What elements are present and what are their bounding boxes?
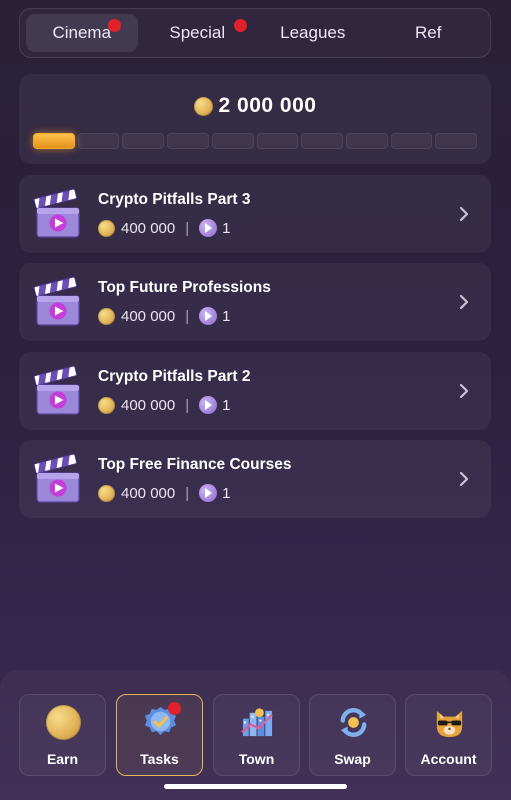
tab-cinema-label: Cinema [52,23,112,42]
reward-amount: 400 000 [121,219,176,237]
task-reward: 400 000 | 1 [98,484,230,502]
coin-icon [98,219,115,237]
bottom-nav: Earn Tasks Town Swap Account [0,670,511,800]
task-reward: 400 000 | 1 [98,396,230,414]
ticket-count: 1 [222,484,231,502]
reward-amount: 400 000 [121,484,176,502]
notification-dot [233,19,247,32]
coin-icon [98,307,115,325]
tab-special[interactable]: Special [142,14,254,52]
progress-segment [122,133,165,149]
progress-segment [33,133,75,149]
progress-segment [256,133,299,149]
chevron-right-icon [459,383,469,399]
balance-amount: 2 000 000 [218,94,317,117]
reward-amount: 400 000 [121,307,176,325]
notification-dot [168,702,181,715]
tab-leagues[interactable]: Leagues [257,14,369,52]
task-item[interactable]: Top Free Finance Courses 400 000 | 1 [19,440,491,518]
ticket-icon [199,307,218,325]
coin-icon [98,396,115,414]
ticket-icon [199,396,218,414]
nav-account[interactable]: Account [405,694,492,776]
nav-swap-label: Swap [334,751,371,767]
tab-cinema[interactable]: Cinema [26,14,138,52]
nav-earn[interactable]: Earn [19,694,106,776]
swap-icon [340,707,367,738]
tab-ref[interactable]: Ref [373,14,485,52]
nav-tasks-label: Tasks [140,751,179,767]
clapperboard-icon [33,189,80,238]
nav-town-label: Town [238,751,275,767]
clapperboard-icon [33,454,80,503]
chevron-right-icon [459,471,469,487]
coin-icon [46,705,81,740]
ticket-count: 1 [222,396,231,414]
coin-icon [193,96,213,116]
nav-swap[interactable]: Swap [309,694,396,776]
notification-dot [108,19,121,32]
cat-sunglasses-icon [436,710,463,738]
task-item[interactable]: Crypto Pitfalls Part 2 400 000 | 1 [19,352,491,430]
nav-account-label: Account [420,751,477,767]
balance-card: 2 000 000 [19,74,491,164]
tab-special-label: Special [169,23,226,42]
chevron-right-icon [459,206,469,222]
progress-segment [167,133,209,149]
coin-icon [98,484,115,502]
ticket-count: 1 [222,219,231,237]
chevron-right-icon [459,294,469,310]
balance-display: 2 000 000 [19,94,491,118]
ticket-icon [199,484,218,502]
nav-earn-label: Earn [46,751,79,767]
progress-segment [301,133,343,149]
divider: | [185,396,190,414]
progress-segment [345,133,388,149]
task-reward: 400 000 | 1 [98,219,230,237]
progress-bar [33,133,478,149]
reward-amount: 400 000 [121,396,176,414]
nav-town[interactable]: Town [213,694,300,776]
divider: | [185,307,190,325]
clapperboard-icon [33,366,80,415]
clapperboard-icon [33,277,80,326]
tab-leagues-label: Leagues [280,23,346,42]
ticket-count: 1 [222,307,231,325]
task-item[interactable]: Top Future Professions 400 000 | 1 [19,263,491,341]
task-reward: 400 000 | 1 [98,307,230,325]
ticket-icon [199,219,218,237]
category-tabs: Cinema Special Leagues Ref [19,8,491,58]
progress-segment [211,133,254,149]
task-title: Top Free Finance Courses [98,456,292,473]
task-title: Crypto Pitfalls Part 3 [98,191,251,208]
task-title: Top Future Professions [98,279,271,296]
progress-segment [390,133,433,149]
progress-segment [77,133,120,149]
town-chart-icon [241,708,273,737]
home-indicator [164,784,347,789]
divider: | [185,484,190,502]
tab-ref-label: Ref [415,23,442,42]
task-title: Crypto Pitfalls Part 2 [98,368,251,385]
divider: | [185,219,190,237]
nav-tasks[interactable]: Tasks [116,694,203,776]
task-item[interactable]: Crypto Pitfalls Part 3 400 000 | 1 [19,175,491,253]
progress-segment [435,133,478,149]
